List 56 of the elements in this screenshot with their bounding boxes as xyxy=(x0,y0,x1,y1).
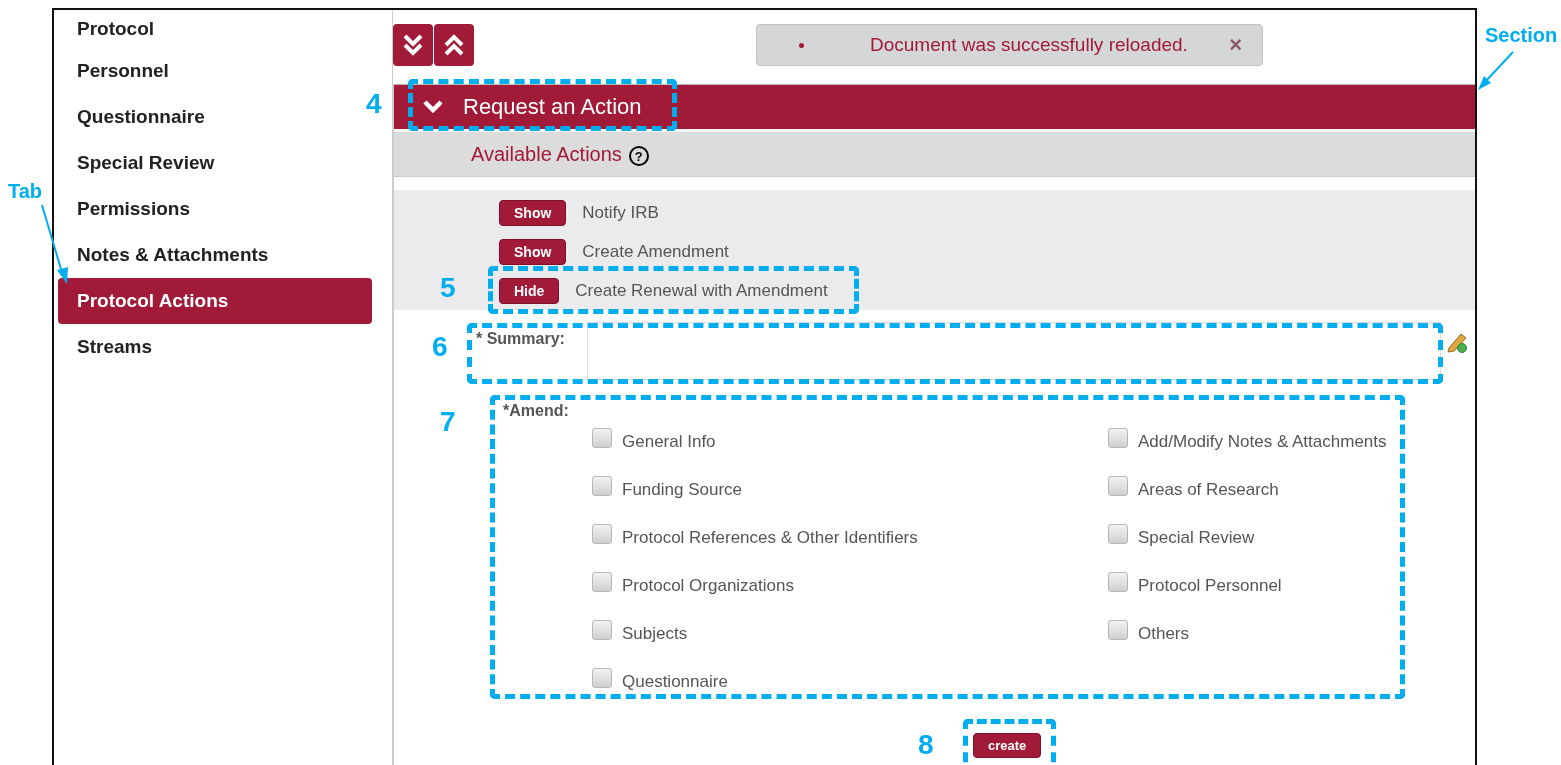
checkbox-label: Protocol Organizations xyxy=(622,576,794,596)
collapse-all-icon xyxy=(443,32,465,58)
checkbox-label: Areas of Research xyxy=(1138,480,1279,500)
checkbox-label: Add/Modify Notes & Attachments xyxy=(1138,432,1387,452)
sidebar-tab[interactable]: Protocol Actions xyxy=(58,278,372,324)
annotation-number: 6 xyxy=(432,331,448,363)
toggle-button[interactable]: Hide xyxy=(499,277,560,304)
expand-all-button[interactable] xyxy=(393,24,433,66)
sidebar-tab[interactable]: Streams xyxy=(58,324,372,370)
callout-arrow xyxy=(1476,50,1516,92)
checkbox[interactable] xyxy=(592,620,612,640)
annotation-number: 5 xyxy=(440,272,456,304)
field-label: *Amend: xyxy=(503,402,570,420)
toggle-button[interactable]: Show xyxy=(499,238,567,265)
message-text: Document was successfully reloaded. xyxy=(870,34,1188,56)
sidebar-tab[interactable]: Permissions xyxy=(58,186,372,232)
callout-label: Section xyxy=(1485,24,1558,47)
sidebar-tab[interactable]: Protocol xyxy=(58,10,372,48)
annotation-number: 7 xyxy=(440,406,456,438)
checkbox-label: Subjects xyxy=(622,624,688,644)
action-label: Create Renewal with Amendment xyxy=(575,280,828,301)
sidebar-tab[interactable]: Notes & Attachments xyxy=(58,232,372,278)
section-title: Request an Action xyxy=(463,94,642,120)
checkbox[interactable] xyxy=(592,524,612,544)
summary-field[interactable] xyxy=(587,322,1441,380)
field-label: * Summary: xyxy=(476,330,566,348)
checkbox-label: General Info xyxy=(622,432,716,452)
checkbox[interactable] xyxy=(1108,524,1128,544)
section-header[interactable]: Request an Action xyxy=(394,84,1475,129)
checkbox-label: Funding Source xyxy=(622,480,743,500)
checkbox[interactable] xyxy=(592,428,612,448)
close-button[interactable]: × xyxy=(1229,32,1242,58)
subsection-title: Available Actions xyxy=(471,142,622,166)
checkbox-label: Questionnaire xyxy=(622,672,728,692)
checkbox[interactable] xyxy=(1108,476,1128,496)
checkbox-label: Others xyxy=(1138,624,1190,644)
checkbox[interactable] xyxy=(592,668,612,688)
checkbox[interactable] xyxy=(1108,620,1128,640)
create-button[interactable]: create xyxy=(973,733,1042,758)
expand-all-icon xyxy=(402,32,424,58)
bullet-icon xyxy=(799,42,804,48)
action-label: Create Amendment xyxy=(582,241,729,262)
help-icon[interactable]: ? xyxy=(628,146,649,166)
toggle-button[interactable]: Show xyxy=(499,199,567,226)
checkbox-label: Protocol Personnel xyxy=(1138,576,1282,596)
checkbox[interactable] xyxy=(592,572,612,592)
checkbox[interactable] xyxy=(592,476,612,496)
checkbox-label: Protocol References & Other Identifiers xyxy=(622,528,918,548)
checkbox-label: Special Review xyxy=(1138,528,1255,548)
annotation-number: 8 xyxy=(918,729,934,761)
checkbox[interactable] xyxy=(1108,428,1128,448)
callout-label: Tab xyxy=(8,180,43,203)
action-label: Notify IRB xyxy=(582,202,659,223)
checkbox[interactable] xyxy=(1108,572,1128,592)
sidebar-tab[interactable]: Special Review xyxy=(58,140,372,186)
collapse-all-button[interactable] xyxy=(434,24,474,66)
